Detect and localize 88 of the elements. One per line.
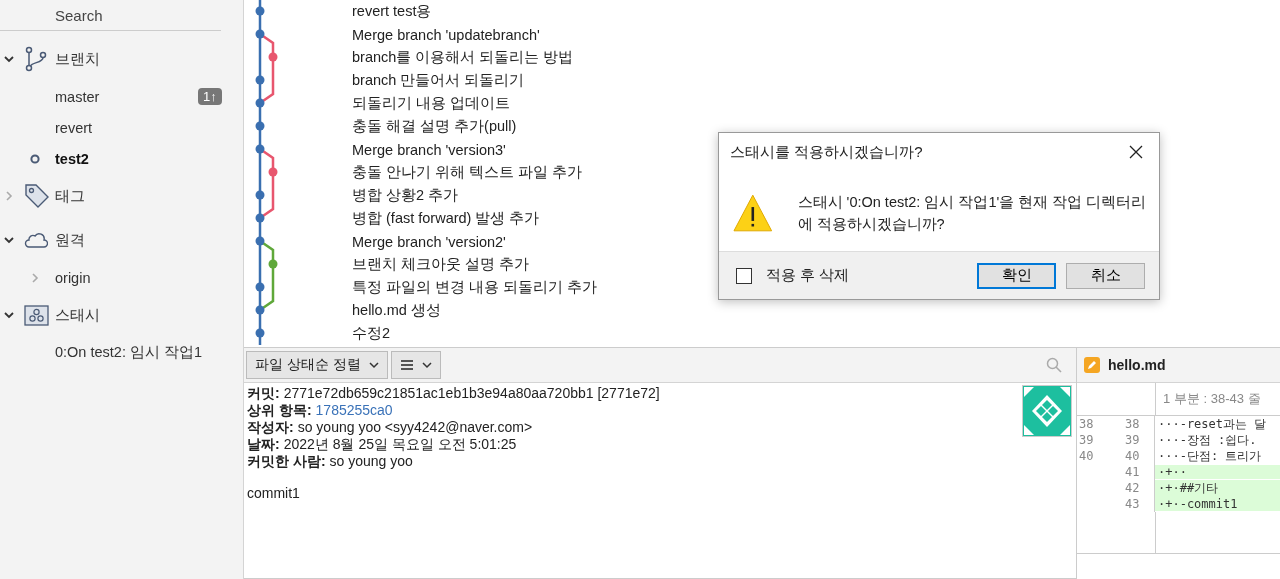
tag-icon bbox=[24, 183, 50, 209]
section-label[interactable]: 원격 bbox=[55, 230, 85, 250]
commit-dot[interactable] bbox=[255, 282, 265, 292]
pencil-icon bbox=[1084, 357, 1100, 373]
field-label: 커밋한 사람: bbox=[247, 453, 326, 469]
commit-message[interactable]: 특정 파일의 변경 내용 되돌리기 추가 bbox=[352, 278, 598, 297]
caret-icon bbox=[368, 361, 379, 369]
stash-icon bbox=[24, 304, 49, 326]
field-label: 작성자: bbox=[247, 419, 294, 435]
line-number: 42 bbox=[1125, 481, 1140, 495]
line-number: 39 bbox=[1125, 433, 1140, 447]
section-label[interactable]: 태그 bbox=[55, 186, 85, 206]
commit-message[interactable]: branch 만들어서 되돌리기 bbox=[352, 71, 525, 90]
field-label: 커밋: bbox=[247, 385, 280, 401]
line-number: 43 bbox=[1125, 497, 1140, 511]
hunk-header: 1 부분 : 38-43 줄 bbox=[1162, 390, 1261, 408]
commit-dot[interactable] bbox=[255, 75, 265, 85]
section-label[interactable]: 브랜치 bbox=[55, 49, 100, 69]
commit-message[interactable]: 브랜치 체크아웃 설명 추가 bbox=[352, 255, 530, 274]
cloud-icon bbox=[24, 232, 48, 248]
commit-description: commit1 bbox=[247, 485, 301, 501]
parent-commit-link[interactable]: 1785255ca0 bbox=[315, 402, 393, 418]
commit-dot[interactable] bbox=[268, 167, 278, 177]
commit-message[interactable]: 수정2 bbox=[352, 324, 391, 343]
commit-dot[interactable] bbox=[268, 52, 278, 62]
commit-dot[interactable] bbox=[255, 121, 265, 131]
commit-dot[interactable] bbox=[255, 305, 265, 315]
commit-message[interactable]: branch를 이용해서 되돌리는 방법 bbox=[352, 48, 574, 67]
checkbox[interactable] bbox=[736, 267, 752, 284]
field-value: so young yoo <syy4242@naver.com> bbox=[297, 419, 533, 435]
line-number: 39 bbox=[1079, 433, 1094, 447]
chevron-icon[interactable] bbox=[4, 54, 14, 64]
branch-item[interactable]: revert bbox=[55, 119, 93, 136]
commit-message[interactable]: 병합 (fast forward) 발생 추가 bbox=[352, 209, 540, 228]
commit-dot[interactable] bbox=[255, 29, 265, 39]
cancel-button[interactable]: 취소 bbox=[1066, 262, 1145, 289]
branch-item[interactable]: test2 bbox=[55, 150, 89, 167]
commit-message[interactable]: revert test용 bbox=[352, 2, 432, 21]
sort-dropdown[interactable]: 파일 상태순 정렬 bbox=[246, 351, 388, 379]
confirm-button[interactable]: 확인 bbox=[977, 262, 1056, 289]
commit-message[interactable]: hello.md 생성 bbox=[352, 301, 441, 320]
commit-dot[interactable] bbox=[255, 190, 265, 200]
commit-dot[interactable] bbox=[255, 213, 265, 223]
code-line: ···-장점 :쉽다. bbox=[1157, 431, 1257, 449]
line-number: 38 bbox=[1125, 417, 1140, 431]
line-number: 40 bbox=[1125, 449, 1140, 463]
code-line: ···-단점: 트리가 bbox=[1157, 447, 1262, 465]
close-icon[interactable] bbox=[1129, 145, 1143, 159]
commit-message[interactable]: 되돌리기 내용 업데이트 bbox=[352, 94, 511, 113]
commit-message[interactable]: 충돌 안나기 위해 텍스트 파일 추가 bbox=[352, 163, 583, 182]
commit-dot[interactable] bbox=[255, 98, 265, 108]
branch-item[interactable]: master bbox=[55, 88, 100, 105]
commit-message[interactable]: Merge branch 'updatebranch' bbox=[352, 26, 540, 43]
field-value: 2771e72db659c21851ac1eb1b3e94a80aa720bb1 [2771e72] bbox=[283, 385, 660, 401]
commit-dot[interactable] bbox=[255, 236, 265, 246]
code-line: ···-reset과는 달 bbox=[1157, 415, 1267, 433]
file-name: hello.md bbox=[1108, 357, 1166, 373]
commit-dot[interactable] bbox=[255, 328, 265, 338]
field-value: 2022년 8월 25일 목요일 오전 5:01:25 bbox=[283, 436, 517, 452]
commit-message[interactable]: Merge branch 'version2' bbox=[352, 233, 506, 250]
commit-message[interactable]: Merge branch 'version3' bbox=[352, 141, 506, 158]
warning-icon bbox=[732, 193, 774, 233]
commit-dot[interactable] bbox=[268, 259, 278, 269]
field-label: 날짜: bbox=[247, 436, 280, 452]
search-label[interactable]: Search bbox=[55, 6, 103, 24]
branch-icon bbox=[24, 46, 48, 72]
list-icon bbox=[399, 359, 414, 371]
caret-icon bbox=[421, 361, 432, 369]
line-number: 38 bbox=[1079, 417, 1094, 431]
view-mode-dropdown[interactable] bbox=[390, 351, 441, 379]
commit-dot[interactable] bbox=[255, 6, 265, 16]
commit-dot[interactable] bbox=[255, 144, 265, 154]
ahead-badge: 1↑ bbox=[198, 88, 222, 105]
line-number: 40 bbox=[1079, 449, 1094, 463]
field-label: 상위 항목: bbox=[247, 402, 312, 418]
dialog-title: 스태시를 적용하시겠습니까? bbox=[730, 142, 923, 162]
section-label[interactable]: 스태시 bbox=[55, 305, 100, 325]
checkbox-label[interactable]: 적용 후 삭제 bbox=[766, 266, 850, 285]
branch-item[interactable]: origin bbox=[55, 269, 91, 286]
avatar-icon bbox=[1022, 385, 1072, 437]
commit-message[interactable]: 충돌 해결 설명 추가(pull) bbox=[352, 117, 517, 136]
line-number: 41 bbox=[1125, 465, 1140, 479]
chevron-icon[interactable] bbox=[4, 235, 14, 245]
dialog-message: 스태시 '0:On test2: 임시 작업1'을 현재 작업 디렉터리에 적용하시겠습니까? bbox=[797, 193, 1148, 234]
field-value: so young yoo bbox=[329, 453, 413, 469]
commit-message[interactable]: 병합 상황2 추가 bbox=[352, 186, 459, 205]
chevron-icon[interactable] bbox=[4, 310, 14, 320]
branch-item[interactable]: 0:On test2: 임시 작업1 bbox=[55, 343, 203, 362]
